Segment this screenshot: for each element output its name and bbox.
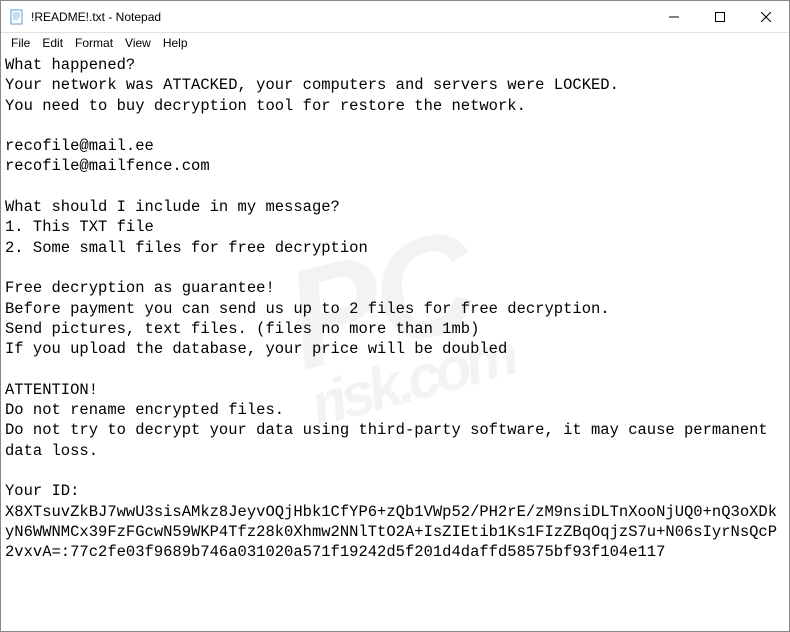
menubar: File Edit Format View Help xyxy=(1,33,789,53)
window-controls xyxy=(651,1,789,32)
text-area[interactable]: What happened? Your network was ATTACKED… xyxy=(1,53,789,631)
notepad-icon xyxy=(9,9,25,25)
notepad-window: !README!.txt - Notepad File Edit Format … xyxy=(0,0,790,632)
menu-edit[interactable]: Edit xyxy=(36,35,69,51)
minimize-button[interactable] xyxy=(651,1,697,32)
maximize-button[interactable] xyxy=(697,1,743,32)
close-button[interactable] xyxy=(743,1,789,32)
menu-format[interactable]: Format xyxy=(69,35,119,51)
menu-help[interactable]: Help xyxy=(157,35,194,51)
titlebar: !README!.txt - Notepad xyxy=(1,1,789,33)
window-title: !README!.txt - Notepad xyxy=(31,10,651,24)
menu-view[interactable]: View xyxy=(119,35,157,51)
menu-file[interactable]: File xyxy=(5,35,36,51)
